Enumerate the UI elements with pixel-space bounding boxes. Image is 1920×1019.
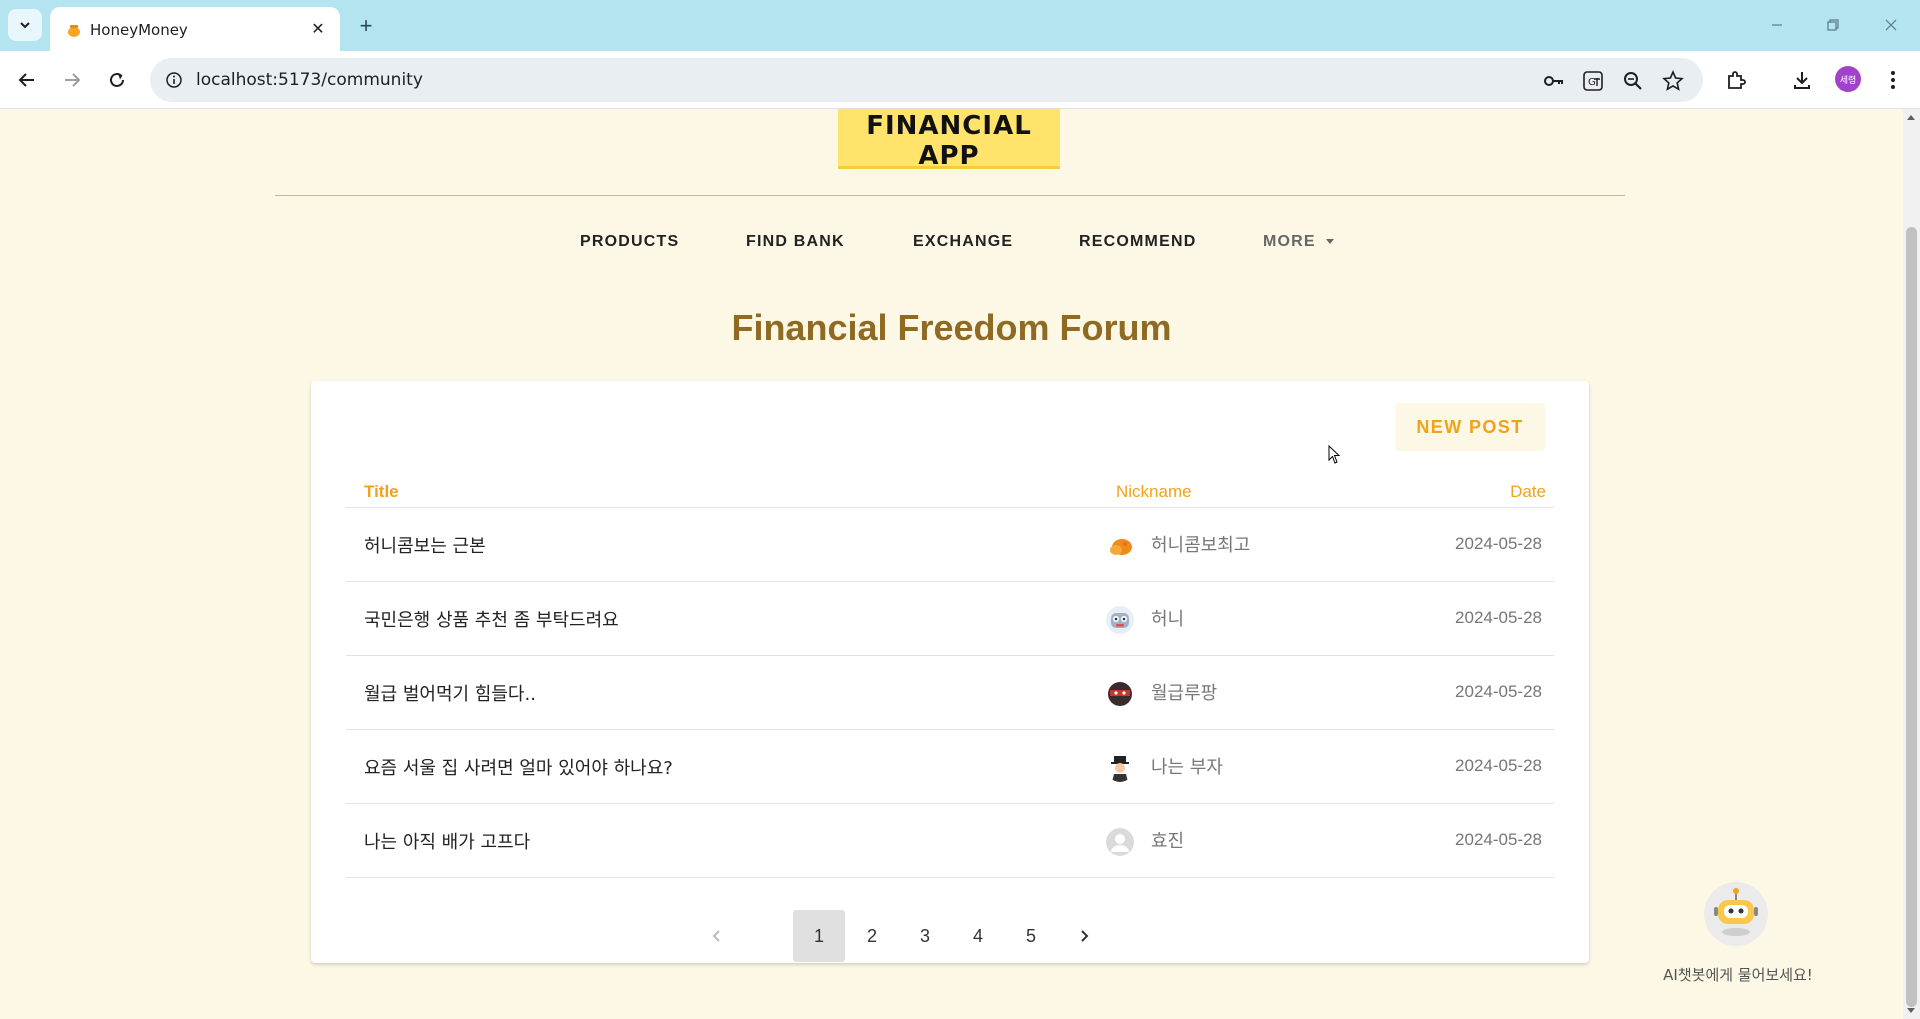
tab-search-button[interactable] xyxy=(8,9,42,41)
scroll-down-icon[interactable] xyxy=(1907,1008,1915,1013)
new-tab-button[interactable]: + xyxy=(352,12,380,40)
post-title[interactable]: 월급 벌어먹기 힘들다.. xyxy=(364,680,536,706)
posts-table: Title Nickname Date 허니콤보는 근본 허니콤보최고 2024… xyxy=(346,481,1554,878)
bookmark-star-icon[interactable] xyxy=(1660,68,1686,94)
nav-more[interactable]: MORE xyxy=(1263,233,1334,251)
header-divider xyxy=(275,195,1625,196)
forum-card: NEW POST Title Nickname Date 허니콤보는 근본 허니… xyxy=(311,381,1589,963)
extensions-icon[interactable] xyxy=(1720,64,1752,96)
page-content: FINANCIAL APP PRODUCTS FIND BANK EXCHANG… xyxy=(0,109,1903,1019)
address-bar[interactable]: localhost:5173/community G xyxy=(150,58,1703,102)
default-user-avatar-icon xyxy=(1106,828,1134,856)
page-button-4[interactable]: 4 xyxy=(952,910,1004,962)
post-nickname: 허니 xyxy=(1151,609,1185,630)
zoom-icon[interactable] xyxy=(1620,68,1646,94)
page-button-1[interactable]: 1 xyxy=(793,910,845,962)
tab-title: HoneyMoney xyxy=(90,21,188,39)
close-icon[interactable] xyxy=(1876,12,1906,38)
honeycombo-avatar-icon xyxy=(1106,532,1134,560)
nav-recommend[interactable]: RECOMMEND xyxy=(1079,233,1196,251)
arrow-right-icon xyxy=(65,73,81,87)
site-info-icon[interactable] xyxy=(162,68,186,92)
profile-avatar[interactable]: 세령 xyxy=(1835,66,1861,92)
chevron-right-icon xyxy=(1081,930,1089,942)
post-date: 2024-05-28 xyxy=(1455,608,1542,627)
new-post-button[interactable]: NEW POST xyxy=(1395,403,1545,451)
ninja-avatar-icon xyxy=(1106,680,1134,708)
nav-find-bank[interactable]: FIND BANK xyxy=(746,233,845,251)
arrow-left-icon xyxy=(18,73,34,87)
post-nickname: 나는 부자 xyxy=(1151,757,1223,778)
minimize-icon[interactable] xyxy=(1762,12,1792,38)
post-date: 2024-05-28 xyxy=(1455,534,1542,553)
url-text[interactable]: localhost:5173/community xyxy=(196,70,423,90)
browser-tab-bar: HoneyMoney ✕ + xyxy=(0,0,1920,51)
column-header-date[interactable]: Date xyxy=(1510,482,1546,502)
nav-exchange[interactable]: EXCHANGE xyxy=(913,233,1013,251)
post-nickname: 월급루팡 xyxy=(1151,683,1218,704)
main-nav: PRODUCTS FIND BANK EXCHANGE RECOMMEND MO… xyxy=(0,233,1903,263)
table-row[interactable]: 허니콤보는 근본 허니콤보최고 2024-05-28 xyxy=(346,508,1554,582)
table-row[interactable]: 요즘 서울 집 사려면 얼마 있어야 하나요? 나는 부자 2024-05-28 xyxy=(346,730,1554,804)
reload-icon xyxy=(110,72,124,87)
post-nickname: 효진 xyxy=(1151,831,1185,852)
chevron-left-icon xyxy=(712,930,720,942)
caret-down-icon xyxy=(1325,239,1334,245)
page-title: Financial Freedom Forum xyxy=(731,307,1172,348)
post-date: 2024-05-28 xyxy=(1455,682,1542,701)
column-header-title[interactable]: Title xyxy=(364,482,399,502)
back-button[interactable] xyxy=(11,64,43,96)
browser-toolbar: localhost:5173/community G 세령 xyxy=(0,51,1920,109)
post-title[interactable]: 나는 아직 배가 고프다 xyxy=(364,828,530,854)
reload-button[interactable] xyxy=(101,64,133,96)
post-nickname: 허니콤보최고 xyxy=(1151,535,1251,556)
financial-app-logo[interactable]: FINANCIAL APP xyxy=(838,109,1060,171)
chatbot-label[interactable]: AI챗봇에게 물어보세요! xyxy=(1663,964,1813,985)
scrollbar-thumb[interactable] xyxy=(1906,227,1917,1007)
rich-man-avatar-icon xyxy=(1106,754,1134,782)
post-date: 2024-05-28 xyxy=(1455,756,1542,775)
kebab-menu-icon[interactable] xyxy=(1877,64,1909,96)
download-icon[interactable] xyxy=(1786,64,1818,96)
robot-icon xyxy=(1714,888,1758,936)
browser-tab-active[interactable]: HoneyMoney ✕ xyxy=(50,7,340,51)
page-scrollbar[interactable] xyxy=(1903,109,1920,1019)
chatbot-button[interactable] xyxy=(1704,882,1768,946)
column-header-nickname[interactable]: Nickname xyxy=(1116,482,1192,502)
mouse-cursor-icon xyxy=(1328,445,1341,464)
tab-close-icon[interactable]: ✕ xyxy=(308,19,328,39)
post-title[interactable]: 허니콤보는 근본 xyxy=(364,532,486,558)
logo-text: FINANCIAL APP xyxy=(866,111,1032,171)
honey-pot-favicon-icon xyxy=(68,25,80,37)
nav-more-label: MORE xyxy=(1263,233,1316,250)
prev-page-button[interactable] xyxy=(691,910,743,962)
ai-chatbot-widget[interactable]: AI챗봇에게 물어보세요! xyxy=(1663,882,1813,992)
page-button-5[interactable]: 5 xyxy=(1005,910,1057,962)
pagination: 1 2 3 4 5 xyxy=(311,910,1589,962)
translate-icon[interactable]: G xyxy=(1580,68,1606,94)
nav-products[interactable]: PRODUCTS xyxy=(580,233,679,251)
page-button-3[interactable]: 3 xyxy=(899,910,951,962)
post-date: 2024-05-28 xyxy=(1455,830,1542,849)
table-row[interactable]: 국민은행 상품 추천 좀 부탁드려요 허니 2024-05-28 xyxy=(346,582,1554,656)
forward-button[interactable] xyxy=(56,64,88,96)
page-button-2[interactable]: 2 xyxy=(846,910,898,962)
chevron-down-icon xyxy=(20,22,30,29)
restore-icon[interactable] xyxy=(1818,12,1848,38)
table-header: Title Nickname Date xyxy=(346,481,1554,508)
post-title[interactable]: 국민은행 상품 추천 좀 부탁드려요 xyxy=(364,606,619,632)
password-key-icon[interactable] xyxy=(1540,68,1566,94)
next-page-button[interactable] xyxy=(1058,910,1110,962)
table-row[interactable]: 월급 벌어먹기 힘들다.. 월급루팡 2024-05-28 xyxy=(346,656,1554,730)
post-title[interactable]: 요즘 서울 집 사려면 얼마 있어야 하나요? xyxy=(364,754,673,780)
table-row[interactable]: 나는 아직 배가 고프다 효진 2024-05-28 xyxy=(346,804,1554,878)
robot-avatar-icon xyxy=(1106,606,1134,634)
logo-underline xyxy=(838,166,1060,169)
scroll-up-icon[interactable] xyxy=(1907,115,1915,120)
